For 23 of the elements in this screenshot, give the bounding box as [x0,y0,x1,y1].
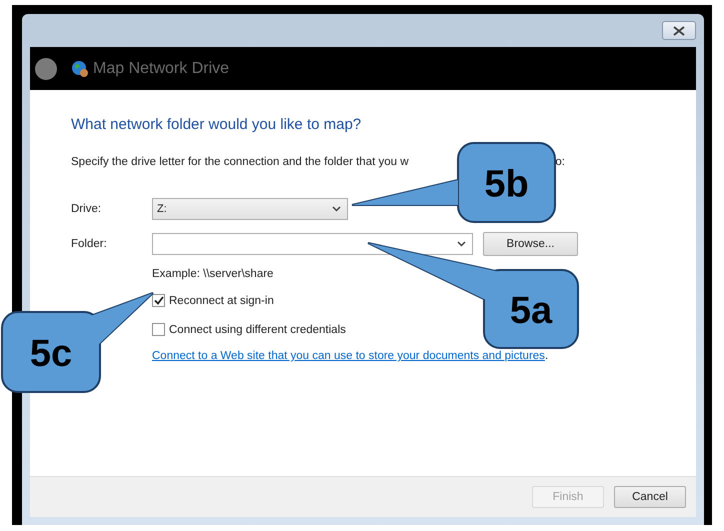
dialog-button[interactable]: Cancel [614,486,686,508]
browse-button[interactable]: Browse... [483,232,578,256]
close-icon [672,26,686,36]
checkbox[interactable] [152,323,165,336]
dialog-heading: What network folder would you like to map? [71,116,362,133]
drive-label: Drive: [71,203,102,215]
close-button[interactable] [662,21,696,40]
chevron-icon [332,206,341,212]
window-title: Map Network Drive [93,60,230,78]
period-text: . [544,350,548,362]
back-button[interactable] [35,58,57,80]
example-text: Example: \\server\share [152,268,274,280]
checkbox-label: Connect using different credentials [169,324,346,336]
folder-dropdown[interactable] [152,233,473,255]
drive-dropdown[interactable]: Z: [152,198,348,220]
checkbox-label: Reconnect at sign-in [169,294,274,306]
globe-icon [71,60,89,78]
instruction-text: Specify the drive letter for the connection and the folder that you w [71,156,409,168]
checkbox[interactable] [152,294,165,307]
instruction-text: o: [555,156,565,168]
web-site-link[interactable]: Connect to a Web site that you can use to store your documents and pictures [152,350,545,362]
chevron-icon [457,241,466,247]
folder-label: Folder: [71,238,107,250]
